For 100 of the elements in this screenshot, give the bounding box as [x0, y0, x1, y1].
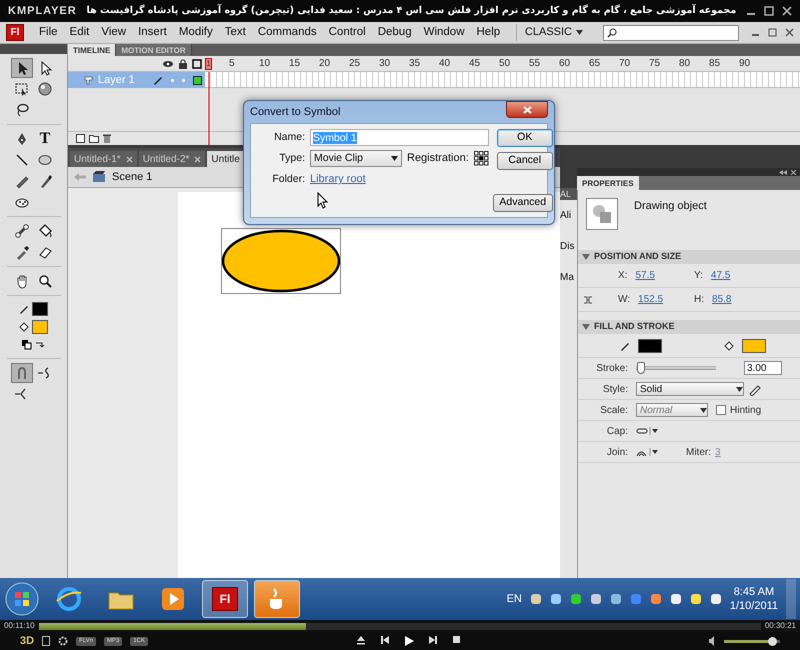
panel-tab[interactable]: AL	[560, 188, 577, 200]
new-layer-icon[interactable]	[76, 134, 85, 143]
close-icon[interactable]	[785, 28, 794, 37]
clock-time: 8:45 AM	[734, 584, 774, 599]
menu-item[interactable]: View	[96, 24, 132, 42]
zoom-icon	[37, 273, 53, 289]
seek-bar[interactable]	[38, 622, 761, 630]
field-label: Cap:	[606, 424, 629, 438]
dialog-title: Convert to Symbol	[250, 104, 340, 120]
frame-number: 70	[619, 57, 632, 71]
close-icon[interactable]	[791, 170, 796, 174]
ellipse-shape[interactable]	[222, 229, 340, 293]
style-dropdown[interactable]: Solid	[636, 382, 744, 396]
folder-icon[interactable]	[89, 134, 99, 143]
layer-name: Layer 1	[98, 72, 135, 88]
menu-item[interactable]: Text	[220, 24, 251, 42]
volume-slider[interactable]	[724, 640, 780, 642]
field-label: Scale:	[599, 404, 629, 418]
caret-icon	[700, 408, 707, 412]
field-label: Type:	[278, 150, 305, 166]
maximize-icon[interactable]	[764, 6, 774, 16]
slider-thumb[interactable]	[637, 362, 646, 374]
fill-color-swatch[interactable]	[742, 338, 766, 352]
document-tab[interactable]: Untitled-1*	[70, 151, 137, 167]
dialog-button[interactable]: Advanced	[492, 194, 553, 212]
numeric-value[interactable]: 85.8	[712, 292, 732, 307]
numeric-value[interactable]: 47.5	[710, 268, 730, 283]
type-dropdown[interactable]: Movie Clip	[310, 150, 402, 167]
menu-item[interactable]: Modify	[174, 24, 218, 42]
caret-icon[interactable]	[576, 30, 583, 35]
maximize-icon[interactable]	[768, 28, 777, 37]
scale-dropdown: Normal	[636, 403, 708, 417]
stroke-color-swatch[interactable]	[32, 302, 48, 316]
field-label: X:	[618, 269, 628, 283]
frame-number: 30	[379, 57, 392, 71]
slider-thumb[interactable]	[768, 636, 777, 646]
taskbar-app[interactable]: Fl	[202, 580, 248, 618]
frame-number: 80	[679, 57, 692, 71]
playlist-icon[interactable]	[42, 636, 50, 646]
default-colors-icon[interactable]	[22, 340, 32, 350]
lock-icon[interactable]	[179, 58, 187, 68]
menu-item[interactable]: Commands	[252, 24, 322, 42]
section-header[interactable]: POSITION AND SIZE	[578, 250, 800, 264]
panel-header	[0, 44, 67, 54]
settings-icon[interactable]	[58, 636, 68, 646]
numeric-value[interactable]: 152.5	[638, 292, 664, 307]
section-header[interactable]: FILL AND STROKE	[578, 320, 800, 334]
stroke-width-field[interactable]: 3.00	[744, 361, 782, 375]
stop-icon[interactable]	[452, 635, 461, 644]
dialog-button[interactable]: OK	[496, 129, 553, 147]
stroke-color-swatch[interactable]	[638, 338, 662, 352]
scene-name: Scene 1	[112, 170, 152, 185]
menu-item[interactable]: File	[34, 24, 63, 42]
join-dropdown-icon[interactable]	[636, 448, 658, 456]
folder-link[interactable]: Library root	[310, 171, 366, 188]
trash-icon[interactable]	[103, 134, 111, 143]
pencil-icon	[19, 304, 29, 314]
link-width-height-icon[interactable]	[582, 294, 594, 304]
arrow-tool[interactable]	[11, 58, 33, 78]
document-tab[interactable]: Untitle	[207, 151, 244, 167]
swap-colors-icon[interactable]	[35, 340, 45, 350]
panel-tab[interactable]: PROPERTIES	[577, 176, 639, 190]
fill-color-swatch[interactable]	[32, 320, 48, 334]
cap-dropdown-icon[interactable]	[636, 427, 658, 435]
frame-cells[interactable]	[205, 72, 800, 88]
menu-item[interactable]: Window	[418, 24, 470, 42]
document-tab[interactable]: Untitled-2*	[138, 151, 206, 167]
eject-icon[interactable]	[356, 635, 366, 645]
panel-label: Ali	[560, 209, 572, 223]
panel-tab[interactable]: TIMELINE	[68, 44, 116, 56]
frame-number: 20	[319, 57, 332, 71]
search-field[interactable]	[603, 24, 739, 40]
layer-icon	[84, 76, 93, 84]
caret-icon	[736, 386, 743, 392]
outline-icon[interactable]	[192, 58, 202, 68]
eye-icon[interactable]	[162, 60, 174, 68]
menu-item[interactable]: Edit	[64, 24, 94, 42]
close-button[interactable]	[506, 101, 548, 118]
dialog-button[interactable]: Cancel	[496, 152, 553, 170]
hinting-checkbox[interactable]	[716, 405, 726, 415]
numeric-value[interactable]: 57.5	[635, 268, 655, 283]
menu-item[interactable]: Control	[324, 24, 371, 42]
3d-mode-button[interactable]: 3D	[20, 632, 34, 650]
text-tool[interactable]: T	[34, 129, 56, 149]
previous-icon[interactable]	[380, 635, 390, 645]
frame-number: 40	[439, 57, 452, 71]
frame-number: 35	[409, 57, 422, 71]
start-button[interactable]	[4, 581, 40, 617]
language-indicator[interactable]: EN	[506, 590, 522, 608]
next-icon[interactable]	[428, 635, 438, 645]
close-icon[interactable]	[782, 6, 792, 16]
video-title: مجموعه آموزشی جامع ، گام به گام و کاربردی نرم افزار فلش سی اس ۴ مدرس : سعید فدایی (تیچرمن) گروه آموزشی پادشاه گرافیست ها	[86, 4, 738, 18]
object-type: Drawing object	[634, 199, 707, 214]
registration-grid[interactable]	[474, 151, 489, 166]
menu-item[interactable]: Help	[472, 24, 506, 42]
menu-item[interactable]: Insert	[133, 24, 172, 42]
playhead-marker[interactable]: 1	[205, 58, 212, 70]
menu-item[interactable]: Debug	[372, 24, 417, 42]
bucket-icon	[724, 340, 734, 350]
workspace-switcher[interactable]: CLASSIC	[524, 24, 572, 41]
